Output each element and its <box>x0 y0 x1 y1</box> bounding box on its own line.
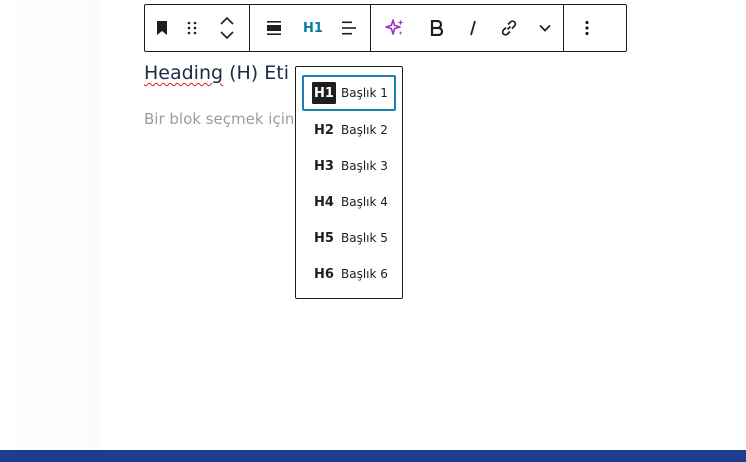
more-formats-button[interactable] <box>527 5 563 51</box>
heading-level-option-h2[interactable]: H2 Başlık 2 <box>302 112 396 148</box>
heading-level-label: H1 <box>303 20 323 36</box>
more-options-button[interactable] <box>564 5 610 51</box>
bottom-bar <box>0 450 746 462</box>
h3-icon: H3 <box>314 158 334 174</box>
more-options-icon <box>585 20 589 36</box>
heading-level-option-h5[interactable]: H5 Başlık 5 <box>302 220 396 256</box>
paragraph-placeholder[interactable]: Bir blok seçmek için <box>144 110 294 128</box>
heading-level-option-label: Başlık 6 <box>341 267 388 281</box>
h6-icon: H6 <box>314 266 334 282</box>
block-toolbar: H1 <box>144 4 627 52</box>
block-type-button[interactable] <box>145 5 179 51</box>
move-down-icon[interactable] <box>220 31 234 40</box>
text-align-button[interactable] <box>328 5 370 51</box>
heading-level-option-label: Başlık 1 <box>341 86 388 100</box>
heading-level-option-h4[interactable]: H4 Başlık 4 <box>302 184 396 220</box>
options-group <box>564 5 610 51</box>
drag-handle-icon <box>187 20 197 36</box>
heading-controls-group: H1 <box>250 5 371 51</box>
format-controls-group <box>371 5 564 51</box>
drag-handle-button[interactable] <box>179 5 205 51</box>
heading-level-option-label: Başlık 2 <box>341 123 388 137</box>
heading-level-option-h6[interactable]: H6 Başlık 6 <box>302 256 396 292</box>
move-up-icon[interactable] <box>220 16 234 25</box>
block-controls-group <box>145 5 250 51</box>
ai-sparkle-icon <box>385 18 405 38</box>
heading-level-option-label: Başlık 3 <box>341 159 388 173</box>
bookmark-icon <box>155 20 169 36</box>
heading-level-option-label: Başlık 5 <box>341 231 388 245</box>
move-buttons <box>205 5 249 51</box>
chevron-down-icon <box>539 24 551 32</box>
align-icon <box>266 20 282 36</box>
h4-icon: H4 <box>314 194 334 210</box>
h1-icon: H1 <box>312 82 336 104</box>
link-button[interactable] <box>491 5 527 51</box>
h2-icon: H2 <box>314 122 334 138</box>
heading-level-dropdown: H1 Başlık 1 H2 Başlık 2 H3 Başlık 3 H4 B… <box>295 66 403 299</box>
heading-level-option-h3[interactable]: H3 Başlık 3 <box>302 148 396 184</box>
bold-button[interactable] <box>419 5 455 51</box>
side-shade <box>0 0 100 450</box>
heading-misspelled-word: Heading <box>144 62 224 84</box>
heading-block[interactable]: Heading (H) Eti <box>144 62 289 84</box>
italic-button[interactable] <box>455 5 491 51</box>
ai-assistant-button[interactable] <box>371 5 419 51</box>
text-align-left-icon <box>341 20 357 36</box>
heading-text-rest: (H) Eti <box>223 62 289 84</box>
heading-level-option-label: Başlık 4 <box>341 195 388 209</box>
h5-icon: H5 <box>314 230 334 246</box>
italic-icon <box>467 20 479 36</box>
heading-level-button[interactable]: H1 <box>298 5 328 51</box>
heading-level-option-h1[interactable]: H1 Başlık 1 <box>302 75 396 111</box>
link-icon <box>500 19 518 37</box>
bold-icon <box>430 20 444 36</box>
align-button[interactable] <box>250 5 298 51</box>
